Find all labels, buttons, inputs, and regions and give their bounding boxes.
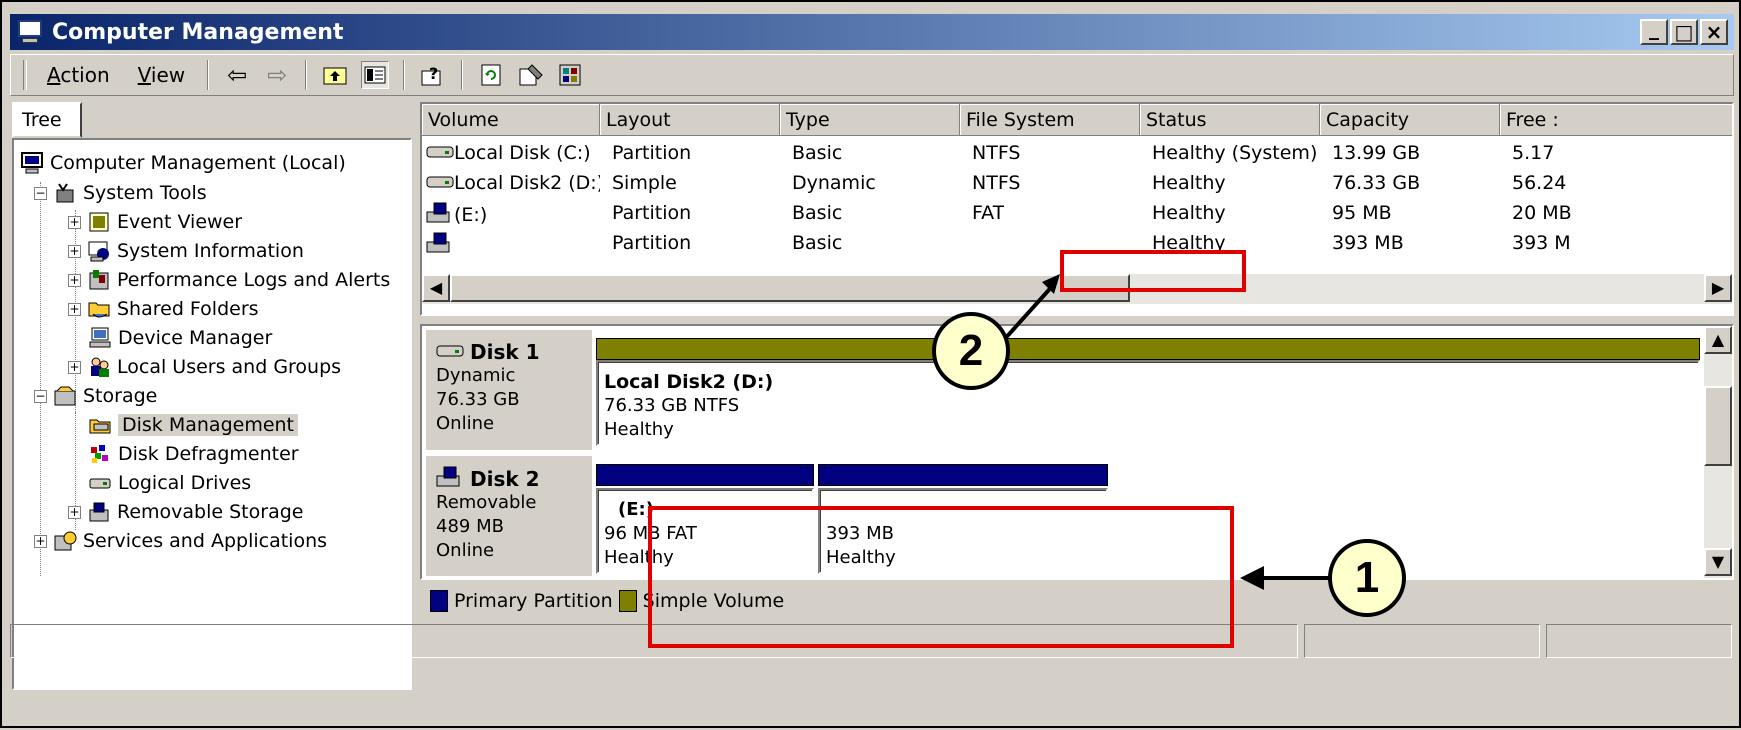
callout-2: 2 <box>932 312 1010 390</box>
arrow-1-head <box>1240 566 1264 590</box>
computer-management-window: Computer Management _ □ × Action View ⇦ … <box>0 0 1741 728</box>
arrow-2-head <box>1042 274 1060 294</box>
arrow-2-line <box>1000 280 1058 344</box>
callout-arrows <box>1000 274 1330 590</box>
callout-1: 1 <box>1328 539 1406 617</box>
